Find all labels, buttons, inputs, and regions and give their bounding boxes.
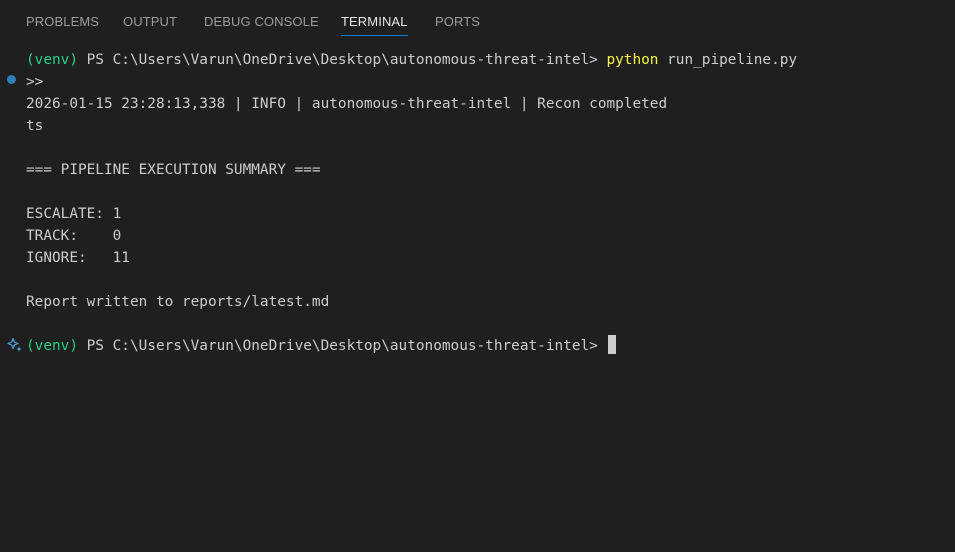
tab-debug-console[interactable]: DEBUG CONSOLE <box>204 14 319 36</box>
ignore-count: IGNORE: 11 <box>26 250 130 266</box>
terminal-panel: PROBLEMS OUTPUT DEBUG CONSOLE TERMINAL P… <box>0 0 955 552</box>
command-name: python <box>606 52 659 68</box>
tab-terminal-label: TERMINAL <box>341 14 408 29</box>
venv-indicator: (venv) <box>26 338 78 354</box>
active-tab-indicator <box>341 35 408 36</box>
track-count: TRACK: 0 <box>26 228 122 244</box>
report-line: Report written to reports/latest.md <box>26 294 330 310</box>
tab-output[interactable]: OUTPUT <box>123 14 177 36</box>
prompt-line-2: (venv) PS C:\Users\Varun\OneDrive\Deskto… <box>26 335 616 357</box>
prompt-line-1: (venv) PS C:\Users\Varun\OneDrive\Deskto… <box>26 49 797 71</box>
tab-ports[interactable]: PORTS <box>435 14 480 36</box>
terminal-output[interactable]: (venv) PS C:\Users\Varun\OneDrive\Deskto… <box>0 45 955 552</box>
command-decoration-dot-icon[interactable] <box>7 75 16 84</box>
tab-terminal[interactable]: TERMINAL <box>341 14 408 36</box>
prompt-path: PS C:\Users\Varun\OneDrive\Desktop\auton… <box>77 52 607 68</box>
panel-tab-bar: PROBLEMS OUTPUT DEBUG CONSOLE TERMINAL P… <box>0 0 955 45</box>
continuation-line: >> <box>26 74 44 90</box>
escalate-count: ESCALATE: 1 <box>26 206 122 222</box>
summary-header: === PIPELINE EXECUTION SUMMARY === <box>26 162 321 178</box>
sparkle-icon[interactable] <box>7 337 23 353</box>
tab-ports-label: PORTS <box>435 14 481 29</box>
terminal-cursor <box>607 335 616 354</box>
tab-problems-label: PROBLEMS <box>26 14 100 29</box>
log-line: 2026-01-15 23:28:13,338 | INFO | autonom… <box>26 96 668 112</box>
tab-problems[interactable]: PROBLEMS <box>26 14 99 36</box>
tab-debug-console-label: DEBUG CONSOLE <box>204 14 319 29</box>
prompt-path: PS C:\Users\Varun\OneDrive\Desktop\auton… <box>77 338 598 354</box>
venv-indicator: (venv) <box>26 52 78 68</box>
log-line-wrap: ts <box>26 118 44 134</box>
tab-output-label: OUTPUT <box>123 14 178 29</box>
command-args: run_pipeline.py <box>658 52 798 68</box>
